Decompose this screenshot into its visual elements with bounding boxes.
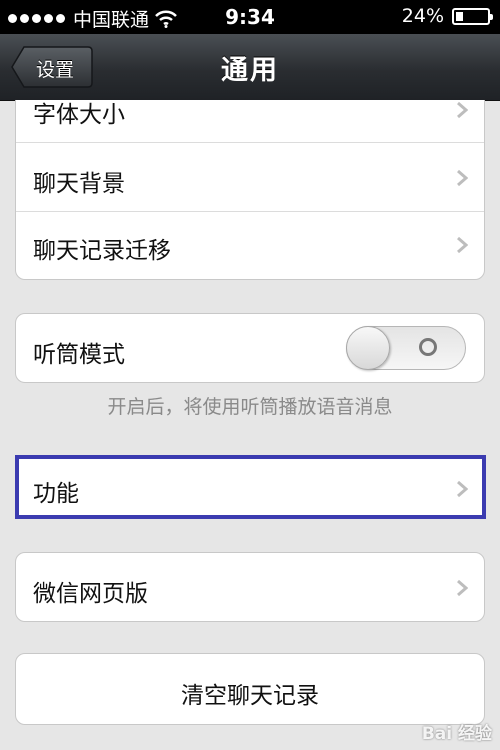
earpiece-mode-hint: 开启后，将使用听筒播放语音消息 — [107, 396, 393, 418]
toggle-knob — [346, 326, 390, 370]
watermark-logo: Bai 经验 — [421, 724, 492, 744]
font-size-label: 字体大小 — [33, 102, 125, 128]
chevron-right-icon — [457, 169, 468, 187]
web-wechat-group: 微信网页版 — [15, 552, 485, 622]
chat-background-cell[interactable]: 聊天背景 — [16, 143, 484, 212]
chat-settings-group: 字体大小 聊天背景 聊天记录迁移 — [15, 100, 485, 280]
features-label: 功能 — [33, 481, 79, 507]
chat-history-migration-label: 聊天记录迁移 — [33, 238, 171, 264]
chevron-right-icon — [457, 579, 468, 597]
status-bar: 中国联通 9:34 24% — [0, 0, 500, 34]
toggle-off-indicator — [419, 338, 437, 356]
chevron-right-icon — [457, 236, 468, 254]
clear-chat-history-label: 清空聊天记录 — [181, 683, 319, 709]
chat-history-migration-cell[interactable]: 聊天记录迁移 — [16, 212, 484, 280]
features-cell[interactable]: 功能 — [15, 455, 486, 519]
battery-icon — [452, 7, 493, 25]
web-wechat-label: 微信网页版 — [33, 581, 148, 607]
chevron-right-icon — [457, 480, 468, 498]
chat-background-label: 聊天背景 — [33, 171, 125, 197]
page-title: 通用 — [221, 55, 279, 86]
battery-fill — [456, 11, 463, 21]
navigation-bar: 设置 通用 — [0, 34, 500, 101]
web-wechat-cell[interactable]: 微信网页版 — [16, 553, 484, 621]
earpiece-mode-label: 听筒模式 — [33, 342, 125, 368]
font-size-cell[interactable]: 字体大小 — [16, 100, 484, 143]
settings-list[interactable]: 字体大小 聊天背景 聊天记录迁移 听筒模式 开启后，将使用听筒播放语音消息 功能… — [0, 100, 500, 750]
earpiece-mode-cell: 听筒模式 — [16, 314, 484, 382]
battery-percent: 24% — [401, 5, 444, 27]
earpiece-mode-toggle[interactable] — [346, 326, 466, 370]
chevron-right-icon — [457, 101, 468, 119]
earpiece-mode-group: 听筒模式 — [15, 313, 485, 383]
clear-chat-history-button[interactable]: 清空聊天记录 — [15, 653, 485, 725]
